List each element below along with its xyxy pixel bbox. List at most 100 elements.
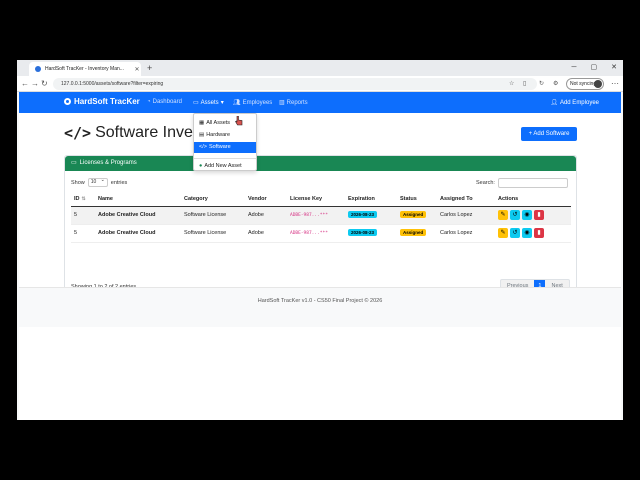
tab-close-icon[interactable]: ✕ [133, 66, 141, 73]
profile-label: Not syncing [570, 81, 597, 87]
cell-vendor: Adobe [245, 224, 287, 243]
software-table: ID ⇅ Name Category Vendor License Key Exp… [71, 193, 571, 243]
refresh-page-icon[interactable]: ↻ [539, 79, 544, 89]
assets-dropdown-menu: ▦ All Assets ▤ Hardware </> Software ● A… [193, 113, 257, 171]
eye-icon[interactable]: ◉ [522, 228, 532, 238]
column-header[interactable]: Vendor [245, 193, 287, 207]
expiration-badge: 2026-08-23 [348, 229, 378, 236]
server-icon: ▤ [199, 132, 205, 138]
return-icon[interactable]: ↺ [510, 210, 520, 220]
users-icon: 👥︎ [233, 100, 241, 106]
edit-icon[interactable]: ✎ [498, 210, 508, 220]
forward-icon[interactable]: → [31, 78, 39, 90]
cell-id: 5 [71, 224, 95, 243]
url-field[interactable]: 127.0.0.1:5000/assets/software?filter=ex… [53, 78, 537, 90]
nav-reports-label: Reports [286, 99, 308, 106]
app: HardSoft TracKer ◔ Dashboard ▭ Assets ▾ … [19, 92, 621, 420]
card-header: ▭ Licenses & Programs [65, 156, 576, 171]
nav-dashboard[interactable]: ◔ Dashboard [147, 99, 182, 105]
column-header[interactable]: License Key [287, 193, 345, 207]
menu-icon[interactable]: ⋯ [611, 78, 619, 90]
license-key: ADBE-987...*** [290, 231, 328, 236]
cell-name: Adobe Creative Cloud [95, 206, 181, 225]
viewport: HardSoft TracKer ◔ Dashboard ▭ Assets ▾ … [17, 92, 623, 420]
nav-assets[interactable]: ▭ Assets ▾ [193, 99, 224, 107]
status-badge: Assigned [400, 211, 427, 218]
eye-icon[interactable]: ◉ [522, 210, 532, 220]
dropdown-item-label: Hardware [206, 132, 231, 138]
cell-expiration: 2026-08-23 [345, 224, 397, 243]
browser-tab[interactable]: HardSoft TracKer - Inventory Man... ✕ [29, 62, 141, 76]
dropdown-item-all-assets[interactable]: ▦ All Assets [194, 118, 256, 129]
page-length-select[interactable]: 10 [87, 177, 108, 187]
column-header[interactable]: Category [181, 193, 245, 207]
extensions-icon[interactable]: ⚙ [553, 79, 558, 89]
tab-title: HardSoft TracKer - Inventory Man... [45, 66, 124, 72]
trash-icon[interactable]: ▮ [534, 210, 544, 220]
license-key: ADBE-987...*** [290, 213, 328, 218]
code-icon: </> [64, 124, 92, 142]
avatar [594, 80, 602, 88]
plus-circle-icon: ● [199, 163, 203, 169]
cell-category: Software License [181, 206, 245, 225]
sort-icon: ⇅ [81, 196, 86, 203]
cell-category: Software License [181, 224, 245, 243]
nav-assets-label: Assets [200, 99, 219, 106]
search-control: Search: [476, 178, 568, 188]
add-software-button[interactable]: + Add Software [521, 127, 577, 141]
address-bar: ← → ↻ 127.0.0.1:5000/assets/software?fil… [17, 76, 623, 92]
reload-icon[interactable]: ↻ [41, 78, 48, 90]
nav-dashboard-label: Dashboard [152, 99, 182, 105]
edit-icon[interactable]: ✎ [498, 228, 508, 238]
add-employee-label: Add Employee [559, 99, 599, 106]
column-header[interactable]: Status [397, 193, 437, 207]
brand-link[interactable]: HardSoft TracKer [64, 97, 140, 106]
chart-icon: ▥ [279, 100, 285, 106]
column-header[interactable]: ID ⇅ [71, 193, 95, 207]
trash-icon[interactable]: ▮ [534, 228, 544, 238]
search-input[interactable] [497, 178, 568, 188]
tab-strip: HardSoft TracKer - Inventory Man... ✕ + … [17, 60, 623, 76]
page-title: Software Inve [95, 124, 193, 141]
minimize-icon[interactable]: ─ [572, 61, 577, 75]
laptop-icon: ▭ [193, 100, 199, 106]
hand-cursor-shape [235, 116, 243, 126]
favicon-icon [35, 66, 41, 72]
column-header[interactable]: Expiration [345, 193, 397, 207]
cell-actions: ✎ ↺ ◉ ▮ [495, 224, 571, 243]
search-label: Search: [476, 180, 495, 186]
status-badge: Assigned [400, 229, 427, 236]
profile-button[interactable]: Not syncing [566, 78, 604, 90]
star-icon[interactable]: ☆ [509, 79, 514, 89]
column-header[interactable]: Name [95, 193, 181, 207]
close-window-icon[interactable]: ✕ [611, 61, 617, 75]
cell-assigned: Carlos Lopez [437, 224, 495, 243]
entries-label: entries [110, 179, 128, 186]
nav-reports[interactable]: ▥ Reports [279, 99, 308, 107]
browser-window: HardSoft TracKer - Inventory Man... ✕ + … [17, 60, 623, 420]
split-icon[interactable]: ▯ [523, 79, 526, 89]
add-employee-link[interactable]: 👤︎ Add Employee [550, 99, 599, 107]
dropdown-item-hardware[interactable]: ▤ Hardware [194, 130, 256, 141]
cell-key: ADBE-987...*** [287, 206, 345, 225]
cell-name: Adobe Creative Cloud [95, 224, 181, 243]
back-icon[interactable]: ← [21, 78, 29, 90]
table-row: 5 Adobe Creative Cloud Software License … [71, 224, 571, 243]
return-icon[interactable]: ↺ [510, 228, 520, 238]
maximize-icon[interactable]: ▢ [591, 61, 598, 75]
cell-id: 5 [71, 206, 95, 225]
dropdown-item-add-new[interactable]: ● Add New Asset [194, 161, 256, 172]
screen: HardSoft TracKer - Inventory Man... ✕ + … [0, 0, 640, 480]
dropdown-item-software[interactable]: </> Software [194, 142, 256, 153]
laptop-icon: ▭ [71, 160, 77, 166]
length-control: Show 10 entries [71, 177, 128, 187]
page-header: </> Software Inve [64, 124, 193, 142]
cell-assigned: Carlos Lopez [437, 206, 495, 225]
card-header-title: Licenses & Programs [79, 160, 137, 166]
dropdown-divider [194, 158, 256, 159]
nav-employees[interactable]: 👥︎ Employees [233, 99, 272, 107]
new-tab-button[interactable]: + [147, 62, 152, 74]
cell-status: Assigned [397, 224, 437, 243]
licenses-card: ▭ Licenses & Programs Show 10 entries Se… [64, 155, 577, 300]
column-header[interactable]: Assigned To [437, 193, 495, 207]
